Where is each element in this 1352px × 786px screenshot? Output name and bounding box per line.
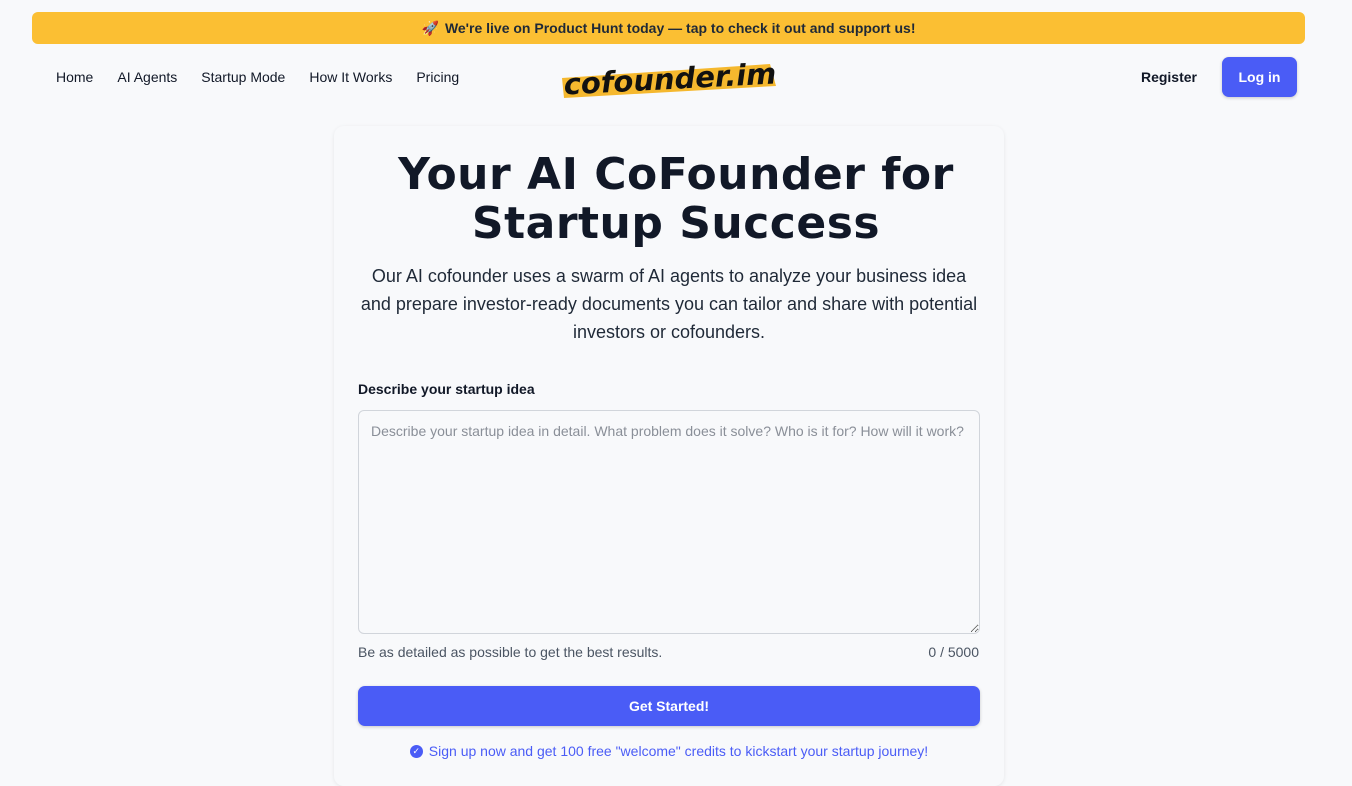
page-title: Your AI CoFounder for Startup Success bbox=[0, 150, 1352, 248]
nav-item-how-it-works[interactable]: How It Works bbox=[309, 69, 392, 85]
get-started-button[interactable]: Get Started! bbox=[358, 686, 980, 726]
rocket-icon: 🚀 bbox=[421, 19, 439, 36]
logo-text: cofounder.im bbox=[563, 56, 777, 100]
nav-item-pricing[interactable]: Pricing bbox=[416, 69, 459, 85]
idea-field-label: Describe your startup idea bbox=[358, 381, 535, 397]
character-counter: 0 / 5000 bbox=[928, 644, 979, 660]
top-nav: Home AI Agents Startup Mode How It Works… bbox=[0, 56, 1352, 100]
startup-idea-input[interactable] bbox=[358, 410, 980, 634]
banner-text: We're live on Product Hunt today — tap t… bbox=[444, 20, 916, 36]
promo-text: Sign up now and get 100 free "welcome" c… bbox=[428, 743, 929, 759]
register-link[interactable]: Register bbox=[1141, 69, 1197, 85]
check-circle-icon: ✓ bbox=[409, 744, 423, 758]
nav-item-startup-mode[interactable]: Startup Mode bbox=[201, 69, 285, 85]
product-hunt-banner[interactable]: 🚀 We're live on Product Hunt today — tap… bbox=[32, 12, 1305, 44]
nav-item-home[interactable]: Home bbox=[56, 69, 93, 85]
nav-item-ai-agents[interactable]: AI Agents bbox=[117, 69, 177, 85]
nav-links: Home AI Agents Startup Mode How It Works… bbox=[56, 56, 459, 98]
welcome-credits-note: ✓ Sign up now and get 100 free "welcome"… bbox=[0, 743, 1338, 759]
title-line-2: Startup Success bbox=[471, 198, 881, 249]
login-button[interactable]: Log in bbox=[1222, 57, 1297, 97]
nav-actions: Register Log in bbox=[1141, 57, 1297, 97]
cofounder-logo[interactable]: cofounder.im bbox=[558, 56, 780, 100]
hero-subtitle: Our AI cofounder uses a swarm of AI agen… bbox=[360, 266, 978, 342]
idea-helper-text: Be as detailed as possible to get the be… bbox=[358, 644, 663, 660]
title-line-1: Your AI CoFounder for bbox=[398, 149, 954, 200]
